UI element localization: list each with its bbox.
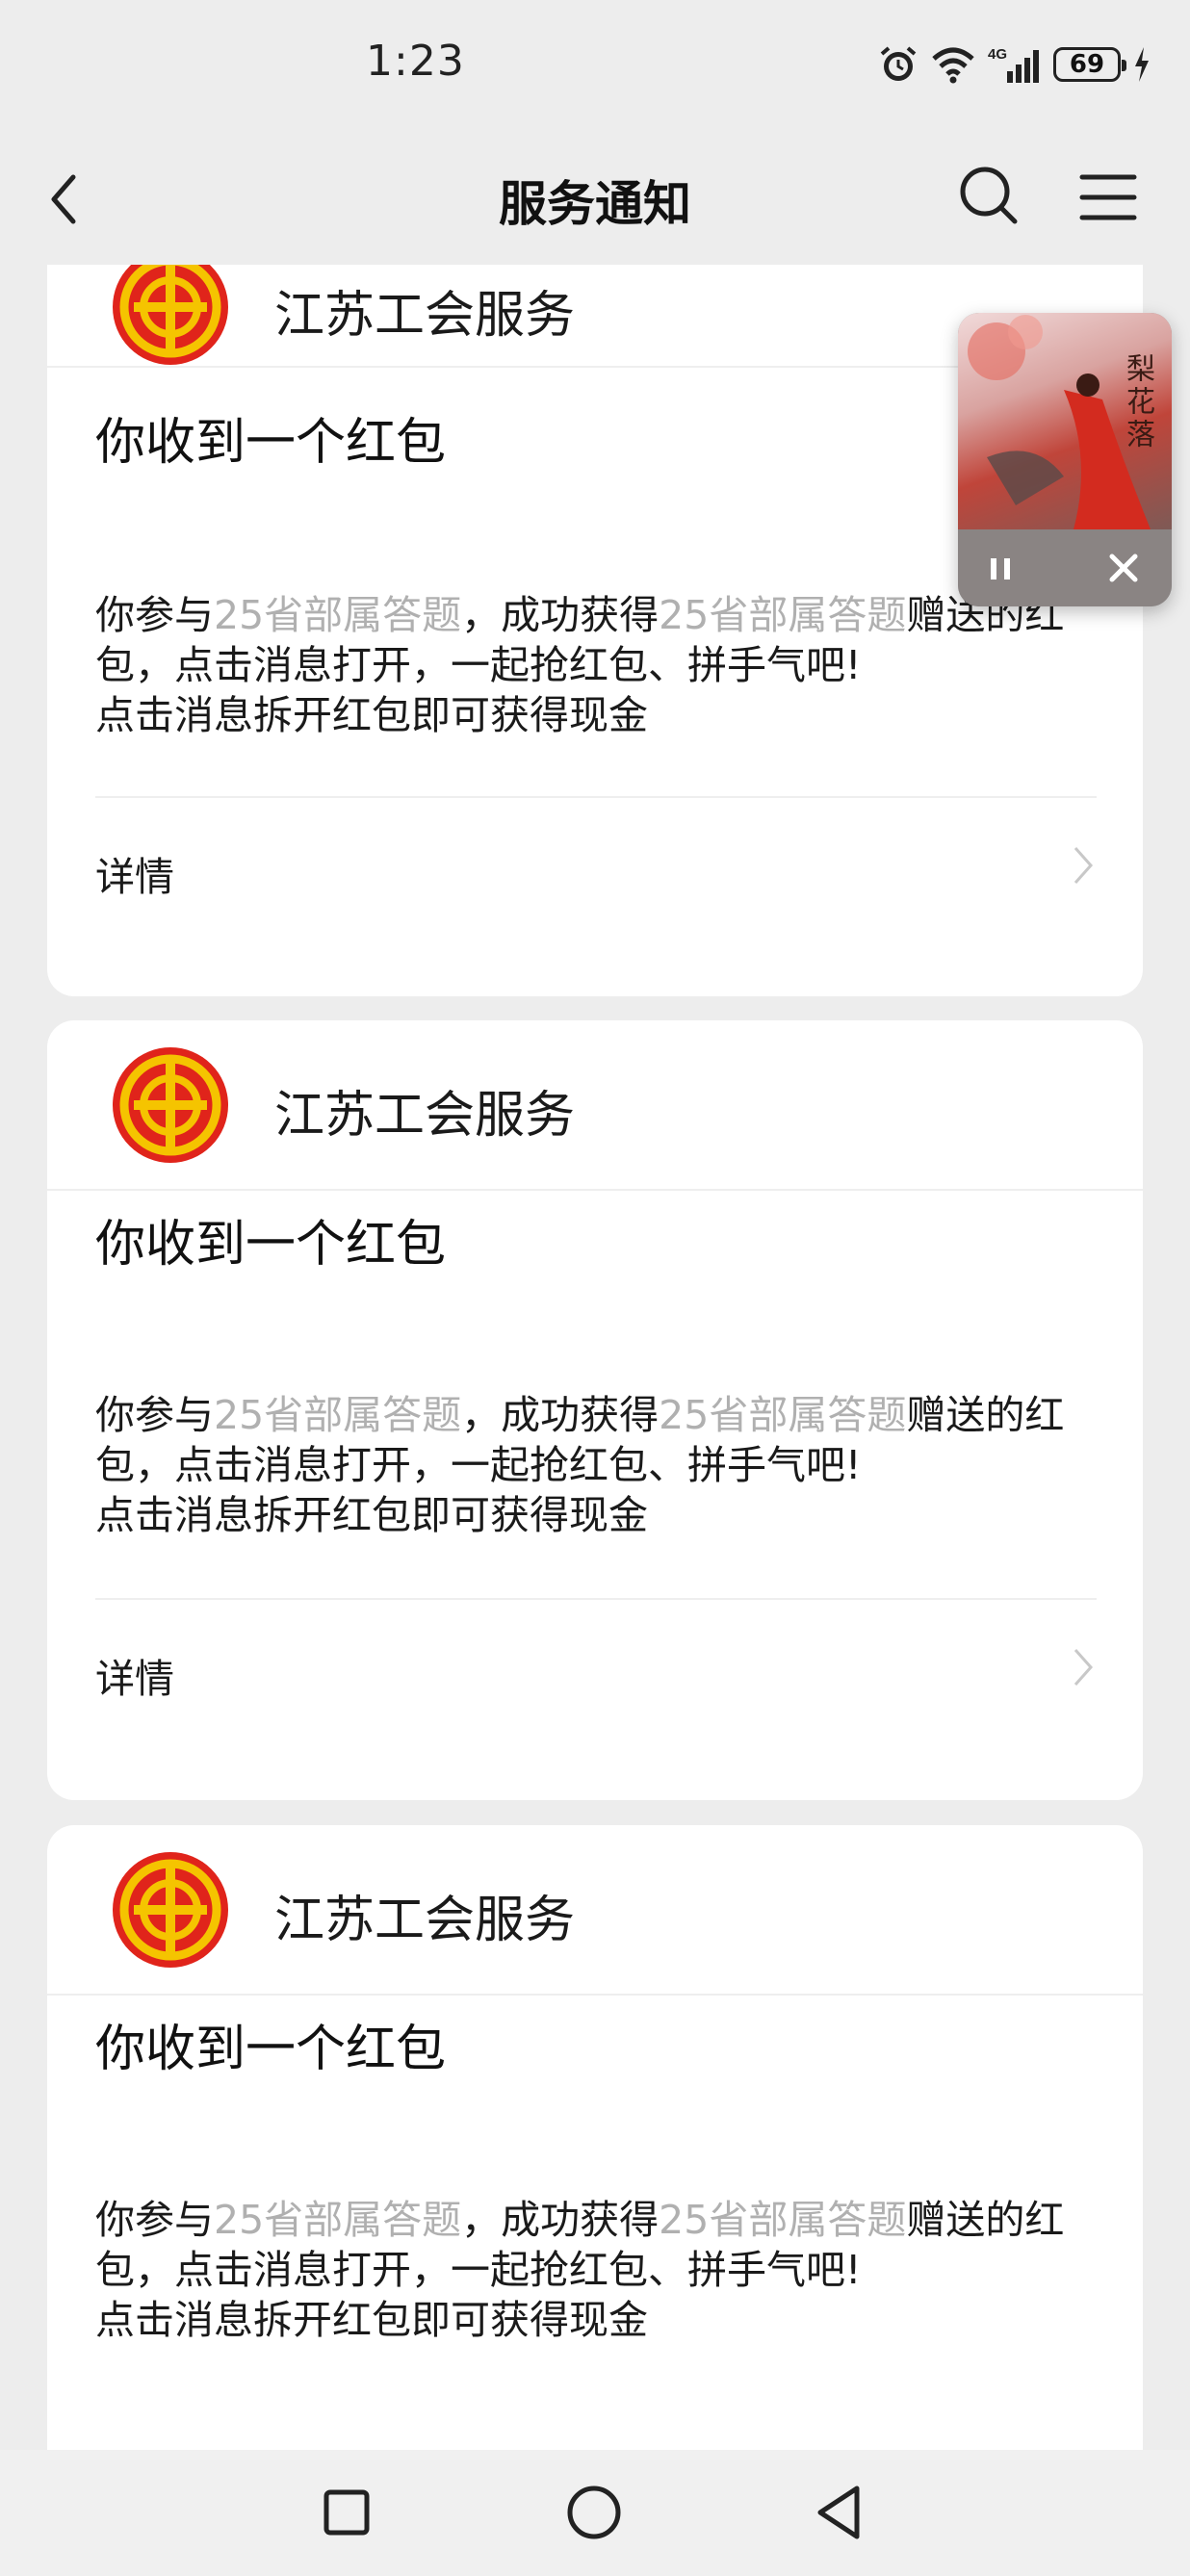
highlight-text: 25省部属答题 [214, 2197, 462, 2243]
notification-card[interactable]: 江苏工会服务 你收到一个红包 你参与25省部属答题，成功获得25省部属答题赠送的… [47, 1020, 1143, 1800]
sender-name: 江苏工会服务 [274, 1087, 576, 1145]
network-label: 4G [988, 46, 1007, 63]
divider [95, 796, 1097, 798]
body-text: 点击消息拆开红包即可获得现金 [95, 2297, 648, 2343]
union-logo-icon [113, 1047, 228, 1163]
divider [95, 1598, 1097, 1600]
highlight-text: 25省部属答题 [214, 1392, 462, 1438]
highlight-text: 25省部属答题 [214, 592, 462, 638]
cover-title: 梨花落 [1121, 353, 1154, 451]
square-icon[interactable] [313, 2479, 380, 2546]
battery-level: 69 [1069, 50, 1105, 79]
highlight-text: 25省部属答题 [659, 2197, 907, 2243]
sender-name: 江苏工会服务 [274, 287, 576, 345]
wifi-icon [932, 47, 974, 84]
menu-icon[interactable] [1074, 164, 1142, 231]
card-header: 江苏工会服务 [47, 1020, 1143, 1191]
notification-card[interactable]: 江苏工会服务 你收到一个红包 你参与25省部属答题，成功获得25省部属答题赠送的… [47, 1825, 1143, 2450]
signal-icon: 4G [988, 46, 1039, 83]
union-logo-icon [113, 1852, 228, 1968]
card-header: 江苏工会服务 [47, 1825, 1143, 1996]
body-text: ，成功获得 [461, 2197, 660, 2243]
charging-icon [1135, 47, 1149, 82]
body-text: 点击消息拆开红包即可获得现金 [95, 1492, 648, 1538]
battery-indicator: 69 [1053, 47, 1126, 82]
search-icon[interactable] [955, 162, 1022, 229]
message-body: 你参与25省部属答题，成功获得25省部属答题赠送的红包，点击消息打开，一起抢红包… [95, 590, 1106, 740]
message-title: 你收到一个红包 [95, 1216, 447, 1274]
pause-icon[interactable] [981, 549, 1020, 587]
details-link[interactable]: 详情 [95, 1646, 174, 1704]
chevron-right-icon[interactable] [1072, 844, 1095, 887]
highlight-text: 25省部属答题 [659, 1392, 907, 1438]
body-text: 你参与 [95, 592, 214, 638]
message-title: 你收到一个红包 [95, 2021, 447, 2078]
alarm-icon [880, 46, 917, 81]
status-bar: 1:23 4G 69 [0, 0, 1190, 135]
player-controls [958, 529, 1172, 606]
floating-music-player[interactable]: 梨花落 [958, 313, 1172, 606]
status-icons: 4G 69 [878, 40, 1151, 89]
body-text: ，成功获得 [461, 1392, 660, 1438]
status-time: 1:23 [366, 37, 465, 86]
body-text: 你参与 [95, 2197, 214, 2243]
highlight-text: 25省部属答题 [659, 592, 907, 638]
sender-name: 江苏工会服务 [274, 1892, 576, 1949]
body-text: 你参与 [95, 1392, 214, 1438]
album-cover[interactable]: 梨花落 [958, 313, 1172, 529]
body-text: ，成功获得 [461, 592, 660, 638]
nav-bar: 服务通知 [0, 135, 1190, 265]
body-text: 点击消息拆开红包即可获得现金 [95, 692, 648, 738]
details-link[interactable]: 详情 [95, 844, 174, 902]
chevron-right-icon[interactable] [1072, 1646, 1095, 1688]
message-title: 你收到一个红包 [95, 414, 447, 472]
union-logo-icon [113, 265, 228, 365]
close-icon[interactable] [1104, 549, 1143, 587]
system-nav-bar [0, 2450, 1190, 2576]
message-body: 你参与25省部属答题，成功获得25省部属答题赠送的红包，点击消息打开，一起抢红包… [95, 1390, 1106, 1540]
circle-icon[interactable] [560, 2479, 628, 2546]
triangle-back-icon[interactable] [807, 2479, 874, 2546]
message-body: 你参与25省部属答题，成功获得25省部属答题赠送的红包，点击消息打开，一起抢红包… [95, 2195, 1106, 2345]
